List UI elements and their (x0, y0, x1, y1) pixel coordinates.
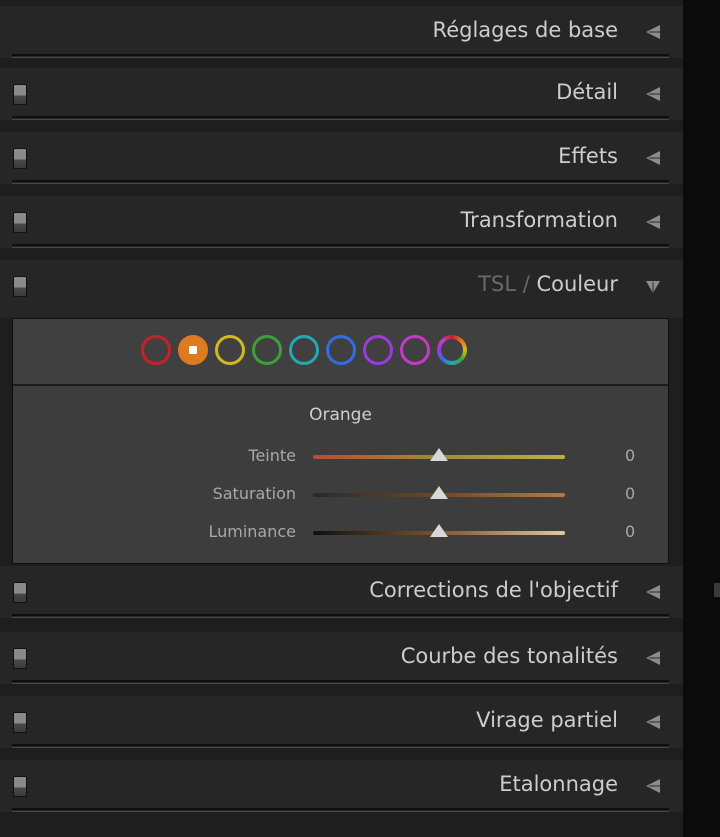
panel-switch-toggle[interactable] (13, 212, 27, 233)
collapse-arrow-icon[interactable] (643, 583, 663, 601)
color-swatch-orange[interactable] (178, 335, 208, 365)
develop-panel: Réglages de base Détail Effets Transform… (0, 0, 683, 837)
panel-switch-toggle[interactable] (13, 148, 27, 169)
color-swatch-bar (13, 319, 668, 386)
collapse-arrow-icon[interactable] (643, 213, 663, 231)
panel-switch-toggle[interactable] (13, 276, 27, 297)
panel-title: Virage partiel (476, 708, 618, 732)
collapse-arrow-icon[interactable] (643, 649, 663, 667)
color-swatch-magenta[interactable] (400, 335, 430, 365)
collapse-arrow-icon[interactable] (643, 149, 663, 167)
panel-title: TSL / Couleur (478, 272, 618, 296)
slider-value[interactable]: 0 (625, 522, 635, 541)
panel-title: Courbe des tonalités (400, 644, 618, 668)
collapse-arrow-icon[interactable] (643, 85, 663, 103)
panel-header-tone-curve[interactable]: Courbe des tonalités (0, 632, 683, 684)
expand-arrow-icon[interactable] (643, 277, 663, 295)
panel-title: Etalonnage (499, 772, 618, 796)
panel-header-basic[interactable]: Réglages de base (0, 6, 683, 58)
color-swatch-red[interactable] (141, 335, 171, 365)
color-panel-content: Orange Teinte 0 Saturation 0 Luminance 0 (12, 318, 669, 564)
color-swatch-purple[interactable] (363, 335, 393, 365)
panel-edge-handle[interactable] (714, 583, 720, 597)
slider-value[interactable]: 0 (625, 446, 635, 465)
panel-header-hsl[interactable]: TSL / Couleur (0, 260, 683, 318)
panel-header-split-toning[interactable]: Virage partiel (0, 696, 683, 748)
saturation-slider-thumb[interactable] (430, 486, 448, 499)
selected-color-label: Orange (309, 405, 372, 425)
panel-header-effects[interactable]: Effets (0, 132, 683, 184)
collapse-arrow-icon[interactable] (643, 23, 663, 41)
collapse-arrow-icon[interactable] (643, 777, 663, 795)
color-swatch-blue[interactable] (326, 335, 356, 365)
slider-label: Teinte (248, 446, 296, 465)
image-area-edge (683, 0, 720, 837)
panel-title: Corrections de l'objectif (369, 578, 618, 602)
slider-label: Saturation (212, 484, 296, 503)
slider-value[interactable]: 0 (625, 484, 635, 503)
slider-row-luminance: Luminance 0 (13, 519, 668, 547)
color-swatch-all[interactable] (437, 335, 467, 365)
tab-hsl[interactable]: TSL / (478, 272, 536, 296)
slider-row-saturation: Saturation 0 (13, 481, 668, 509)
panel-switch-toggle[interactable] (13, 84, 27, 105)
color-swatch-aqua[interactable] (289, 335, 319, 365)
slider-label: Luminance (208, 522, 296, 541)
panel-title: Détail (556, 80, 618, 104)
panel-header-transform[interactable]: Transformation (0, 196, 683, 248)
panel-title: Effets (558, 144, 618, 168)
panel-header-lens[interactable]: Corrections de l'objectif (0, 566, 683, 618)
luminance-slider-thumb[interactable] (430, 524, 448, 537)
color-swatch-yellow[interactable] (215, 335, 245, 365)
panel-header-calibration[interactable]: Etalonnage (0, 760, 683, 812)
panel-title: Réglages de base (432, 18, 618, 42)
slider-row-hue: Teinte 0 (13, 443, 668, 471)
hue-slider-thumb[interactable] (430, 448, 448, 461)
panel-switch-toggle[interactable] (13, 582, 27, 603)
tab-color[interactable]: Couleur (536, 272, 618, 296)
panel-title: Transformation (460, 208, 618, 232)
panel-switch-toggle[interactable] (13, 712, 27, 733)
panel-switch-toggle[interactable] (13, 776, 27, 797)
panel-switch-toggle[interactable] (13, 648, 27, 669)
color-swatch-green[interactable] (252, 335, 282, 365)
panel-header-detail[interactable]: Détail (0, 68, 683, 120)
collapse-arrow-icon[interactable] (643, 713, 663, 731)
